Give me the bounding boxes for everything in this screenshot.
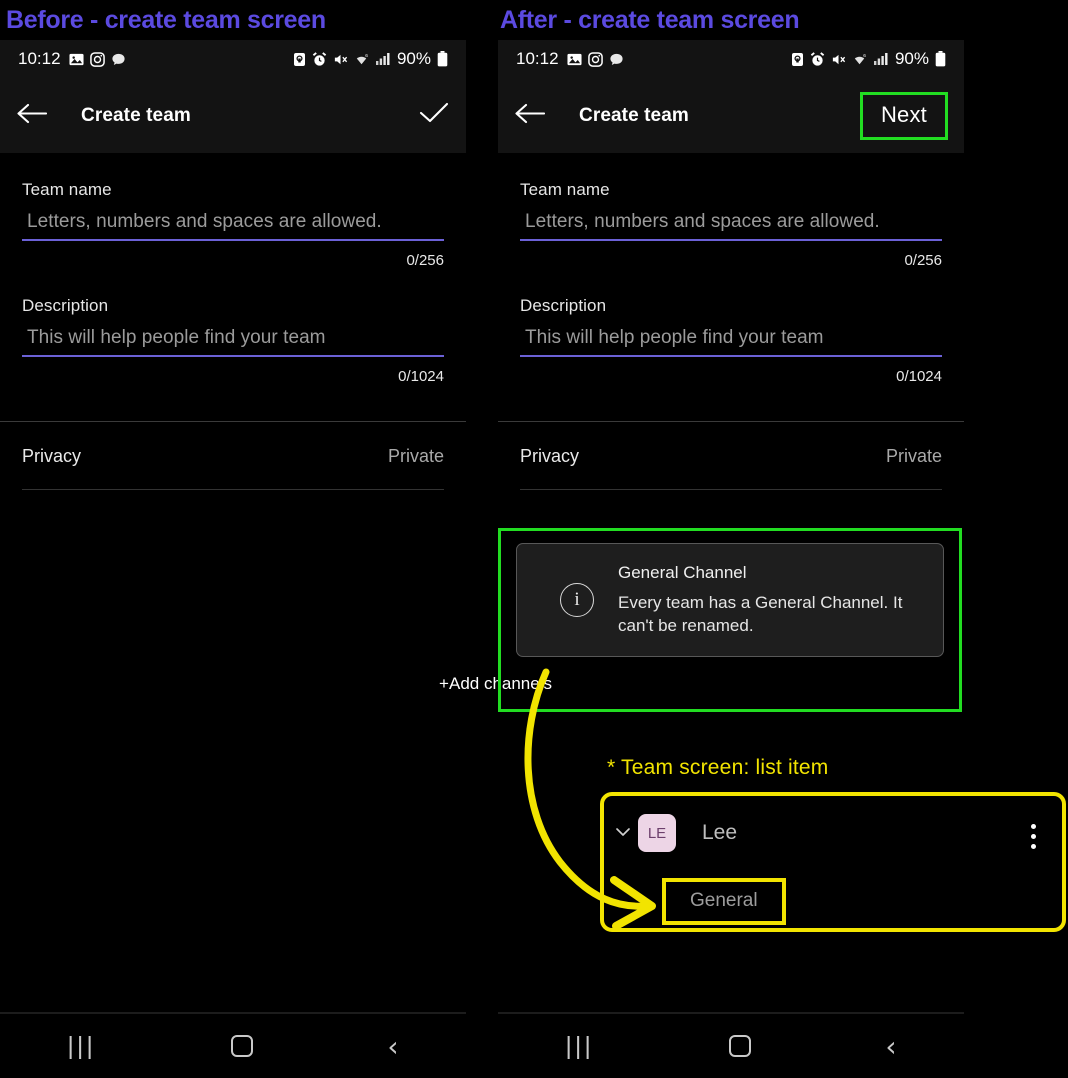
avatar: LE — [638, 814, 676, 852]
next-button[interactable]: Next — [881, 102, 927, 127]
wifi-icon: 6 — [852, 52, 868, 67]
description-counter: 0/1024 — [398, 368, 444, 385]
photo-icon — [69, 52, 84, 67]
team-name-counter: 0/256 — [406, 252, 444, 269]
team-name-label: Lee — [702, 821, 738, 844]
status-bar: 10:12 6 90% — [0, 40, 466, 78]
battery-icon — [935, 51, 946, 67]
general-channel-body: Every team has a General Channel. It can… — [618, 592, 903, 635]
instagram-icon — [89, 51, 105, 67]
description-input[interactable]: This will help people find your team — [520, 327, 942, 357]
back-chevron-icon[interactable]: ‹ — [885, 1030, 896, 1063]
photo-icon — [567, 52, 582, 67]
description-label: Description — [520, 296, 607, 315]
privacy-value: Private — [885, 446, 942, 466]
privacy-row[interactable]: Privacy Private — [0, 422, 466, 489]
team-name-field: Team name Letters, numbers and spaces ar… — [22, 180, 444, 269]
caption-after: After - create team screen — [500, 6, 800, 34]
secure-lock-icon — [791, 52, 804, 67]
mute-icon — [333, 52, 348, 67]
secure-lock-icon — [293, 52, 306, 67]
status-time: 10:12 — [516, 49, 559, 68]
alarm-icon — [312, 51, 327, 67]
privacy-divider — [520, 489, 942, 490]
general-channel-item[interactable]: General — [690, 890, 758, 911]
status-time: 10:12 — [18, 49, 61, 68]
battery-icon — [437, 51, 448, 67]
create-team-form: Team name Letters, numbers and spaces ar… — [498, 180, 964, 385]
page-title: Create team — [81, 104, 191, 126]
svg-text:6: 6 — [365, 53, 368, 58]
signal-icon — [873, 52, 889, 66]
description-field: Description This will help people find y… — [22, 296, 444, 385]
status-right-icons: 6 90% — [293, 49, 448, 69]
team-list-item-card: LE Lee General — [600, 792, 1066, 932]
battery-percent: 90% — [894, 49, 929, 68]
screenshot-root: Before - create team screen After - crea… — [0, 0, 1068, 1078]
description-input[interactable]: This will help people find your team — [22, 327, 444, 357]
team-name-input[interactable]: Letters, numbers and spaces are allowed. — [22, 211, 444, 241]
team-name-counter: 0/256 — [904, 252, 942, 269]
status-bar: 10:12 6 90% — [498, 40, 964, 78]
team-name-label: Team name — [520, 180, 610, 199]
privacy-divider — [22, 489, 444, 490]
recents-icon[interactable]: ||| — [565, 1032, 593, 1061]
kebab-menu-icon[interactable] — [1031, 824, 1036, 849]
description-counter: 0/1024 — [896, 368, 942, 385]
page-title: Create team — [579, 104, 689, 126]
description-label: Description — [22, 296, 109, 315]
battery-percent: 90% — [396, 49, 431, 68]
general-channel-title: General Channel — [618, 562, 747, 582]
confirm-action[interactable] — [418, 100, 450, 131]
chevron-down-icon[interactable] — [614, 824, 632, 842]
android-nav-bar: ||| ‹ — [0, 1012, 466, 1078]
team-name-input[interactable]: Letters, numbers and spaces are allowed. — [520, 211, 942, 241]
next-action[interactable]: Next — [859, 91, 948, 140]
privacy-label: Privacy — [520, 446, 580, 466]
back-chevron-icon[interactable]: ‹ — [387, 1030, 398, 1063]
mute-icon — [831, 52, 846, 67]
privacy-label: Privacy — [22, 446, 82, 466]
svg-text:6: 6 — [863, 53, 866, 58]
general-channel-info-card: i General Channel Every team has a Gener… — [516, 543, 944, 657]
instagram-icon — [587, 51, 603, 67]
app-bar: Create team Next — [498, 78, 964, 153]
general-channel-highlight-box: General — [662, 878, 786, 925]
app-bar: Create team — [0, 78, 466, 153]
arrow-left-icon[interactable] — [514, 102, 546, 130]
chat-bubble-icon — [609, 52, 624, 67]
alarm-icon — [810, 51, 825, 67]
arrow-left-icon[interactable] — [16, 102, 48, 130]
general-channel-text: General Channel Every team has a General… — [618, 563, 918, 638]
phone-panel-before: 10:12 6 90% Create team Team name Letter… — [0, 40, 466, 1078]
annotation-note: * Team screen: list item — [607, 756, 829, 779]
checkmark-icon[interactable] — [418, 100, 450, 131]
team-name-field: Team name Letters, numbers and spaces ar… — [520, 180, 942, 269]
status-left-icons — [567, 51, 624, 67]
info-circle-icon: i — [560, 583, 594, 617]
status-right-icons: 6 90% — [791, 49, 946, 69]
chat-bubble-icon — [111, 52, 126, 67]
status-left-icons — [69, 51, 126, 67]
wifi-icon: 6 — [354, 52, 370, 67]
recents-icon[interactable]: ||| — [67, 1032, 95, 1061]
add-channels-button[interactable]: +Add channels — [439, 674, 552, 694]
next-button-highlight: Next — [859, 91, 948, 140]
signal-icon — [375, 52, 391, 66]
caption-before: Before - create team screen — [6, 6, 326, 34]
team-list-row[interactable]: LE Lee — [614, 814, 737, 852]
home-icon[interactable] — [728, 1035, 751, 1057]
home-icon[interactable] — [230, 1035, 253, 1057]
privacy-value: Private — [387, 446, 444, 466]
privacy-row[interactable]: Privacy Private — [498, 422, 964, 489]
android-nav-bar: ||| ‹ — [498, 1012, 964, 1078]
team-name-label: Team name — [22, 180, 112, 199]
create-team-form: Team name Letters, numbers and spaces ar… — [0, 180, 466, 385]
description-field: Description This will help people find y… — [520, 296, 942, 385]
